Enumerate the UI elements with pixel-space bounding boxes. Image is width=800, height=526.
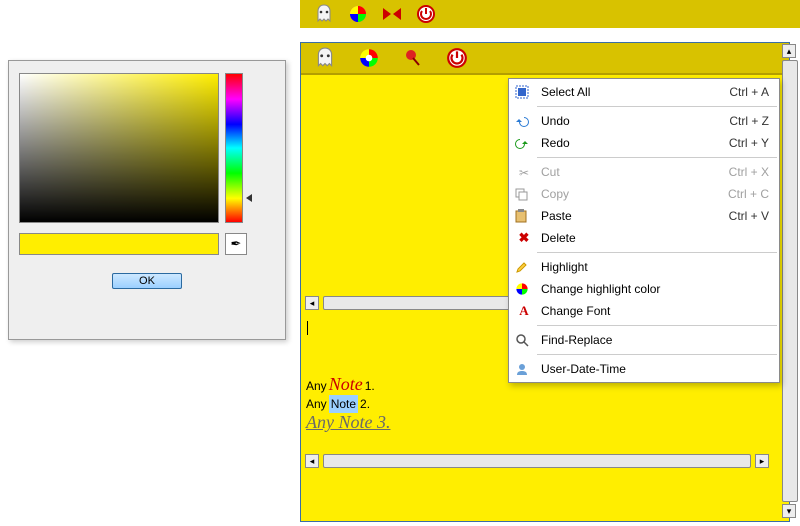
select-all-icon: [515, 85, 533, 99]
redo-icon: [515, 136, 533, 150]
power-icon[interactable]: [416, 4, 436, 24]
menu-item-label: Delete: [541, 231, 761, 245]
app-mini-toolbar: [300, 0, 800, 28]
copy-icon: [515, 188, 533, 201]
scroll-right-icon[interactable]: ▸: [755, 454, 769, 468]
color-wheel-icon[interactable]: [357, 46, 381, 70]
scroll-down-icon[interactable]: ▾: [782, 504, 796, 518]
note-text-area[interactable]: Any Note 1. Any Note 2. Any Note 3.: [306, 375, 390, 431]
undo-icon: [515, 114, 533, 128]
menu-item-highlight[interactable]: Highlight: [509, 256, 779, 278]
menu-separator: [537, 157, 777, 158]
menu-item-label: Copy: [541, 187, 720, 201]
note-line-3: Any Note 3.: [306, 413, 390, 431]
power-icon[interactable]: [445, 46, 469, 70]
menu-item-shortcut: Ctrl + A: [729, 85, 769, 99]
text: Any: [306, 377, 327, 395]
horizontal-scrollbar-lower[interactable]: ◂ ▸: [305, 453, 769, 469]
text: 2.: [360, 395, 370, 413]
menu-item-label: Change highlight color: [541, 282, 761, 296]
scroll-up-icon[interactable]: ▴: [782, 44, 796, 58]
text-fancy: Note: [329, 375, 363, 393]
scroll-left-icon[interactable]: ◂: [305, 454, 319, 468]
pin-icon[interactable]: [401, 46, 425, 70]
color-picker-window: ✒ OK: [8, 60, 286, 340]
menu-item-cut: ✂ Cut Ctrl + X: [509, 161, 779, 183]
color-wheel-icon[interactable]: [348, 4, 368, 24]
highlight-icon: [515, 260, 533, 274]
color-hue-slider[interactable]: [225, 73, 243, 223]
note-line-1: Any Note 1.: [306, 375, 390, 395]
paste-icon: [515, 209, 533, 223]
menu-item-copy: Copy Ctrl + C: [509, 183, 779, 205]
note-toolbar: [301, 43, 789, 75]
menu-separator: [537, 325, 777, 326]
find-icon: [515, 333, 533, 347]
menu-item-user-date-time[interactable]: User-Date-Time: [509, 358, 779, 380]
menu-item-shortcut: Ctrl + Z: [729, 114, 769, 128]
menu-separator: [537, 354, 777, 355]
menu-item-change-font[interactable]: A Change Font: [509, 300, 779, 322]
menu-item-shortcut: Ctrl + C: [728, 187, 769, 201]
ok-button[interactable]: OK: [112, 273, 182, 289]
color-sv-area[interactable]: [19, 73, 219, 223]
menu-item-label: Change Font: [541, 304, 761, 318]
menu-item-label: Redo: [541, 136, 721, 150]
menu-item-redo[interactable]: Redo Ctrl + Y: [509, 132, 779, 154]
ghost-icon[interactable]: [314, 4, 334, 24]
menu-separator: [537, 252, 777, 253]
eyedropper-icon: ✒: [231, 236, 242, 252]
menu-item-label: Highlight: [541, 260, 761, 274]
text: Any: [306, 395, 327, 413]
menu-item-label: Cut: [541, 165, 721, 179]
menu-item-undo[interactable]: Undo Ctrl + Z: [509, 110, 779, 132]
scroll-track[interactable]: [323, 454, 751, 468]
scroll-track[interactable]: [782, 60, 798, 502]
text-cursor: [307, 321, 308, 335]
text: 1.: [365, 377, 375, 395]
hue-marker-icon: [246, 194, 252, 202]
menu-item-select-all[interactable]: Select All Ctrl + A: [509, 81, 779, 103]
text-highlighted: Note: [329, 395, 358, 413]
cut-icon: ✂: [515, 165, 533, 180]
eyedropper-button[interactable]: ✒: [225, 233, 247, 255]
menu-item-delete[interactable]: ✖ Delete: [509, 227, 779, 249]
menu-item-paste[interactable]: Paste Ctrl + V: [509, 205, 779, 227]
note-line-2: Any Note 2.: [306, 395, 390, 413]
menu-item-label: Find-Replace: [541, 333, 761, 347]
text-italic: Any Note 3.: [306, 413, 390, 431]
ghost-icon[interactable]: [313, 46, 337, 70]
context-menu: Select All Ctrl + A Undo Ctrl + Z Redo Ctrl +…: [508, 78, 780, 383]
menu-item-shortcut: Ctrl + X: [729, 165, 769, 179]
scroll-left-icon[interactable]: ◂: [305, 296, 319, 310]
menu-separator: [537, 106, 777, 107]
menu-item-shortcut: Ctrl + Y: [729, 136, 769, 150]
color-preview-swatch: [19, 233, 219, 255]
vertical-scrollbar[interactable]: ▴ ▾: [782, 44, 798, 518]
bowtie-icon[interactable]: [382, 4, 402, 24]
menu-item-find-replace[interactable]: Find-Replace: [509, 329, 779, 351]
font-icon: A: [515, 303, 533, 319]
menu-item-label: Paste: [541, 209, 721, 223]
menu-item-label: Select All: [541, 85, 721, 99]
menu-item-shortcut: Ctrl + V: [729, 209, 769, 223]
color-wheel-icon: [515, 282, 533, 296]
menu-item-label: User-Date-Time: [541, 362, 761, 376]
menu-item-label: Undo: [541, 114, 721, 128]
user-icon: [515, 362, 533, 376]
menu-item-change-highlight-color[interactable]: Change highlight color: [509, 278, 779, 300]
delete-icon: ✖: [515, 230, 533, 246]
